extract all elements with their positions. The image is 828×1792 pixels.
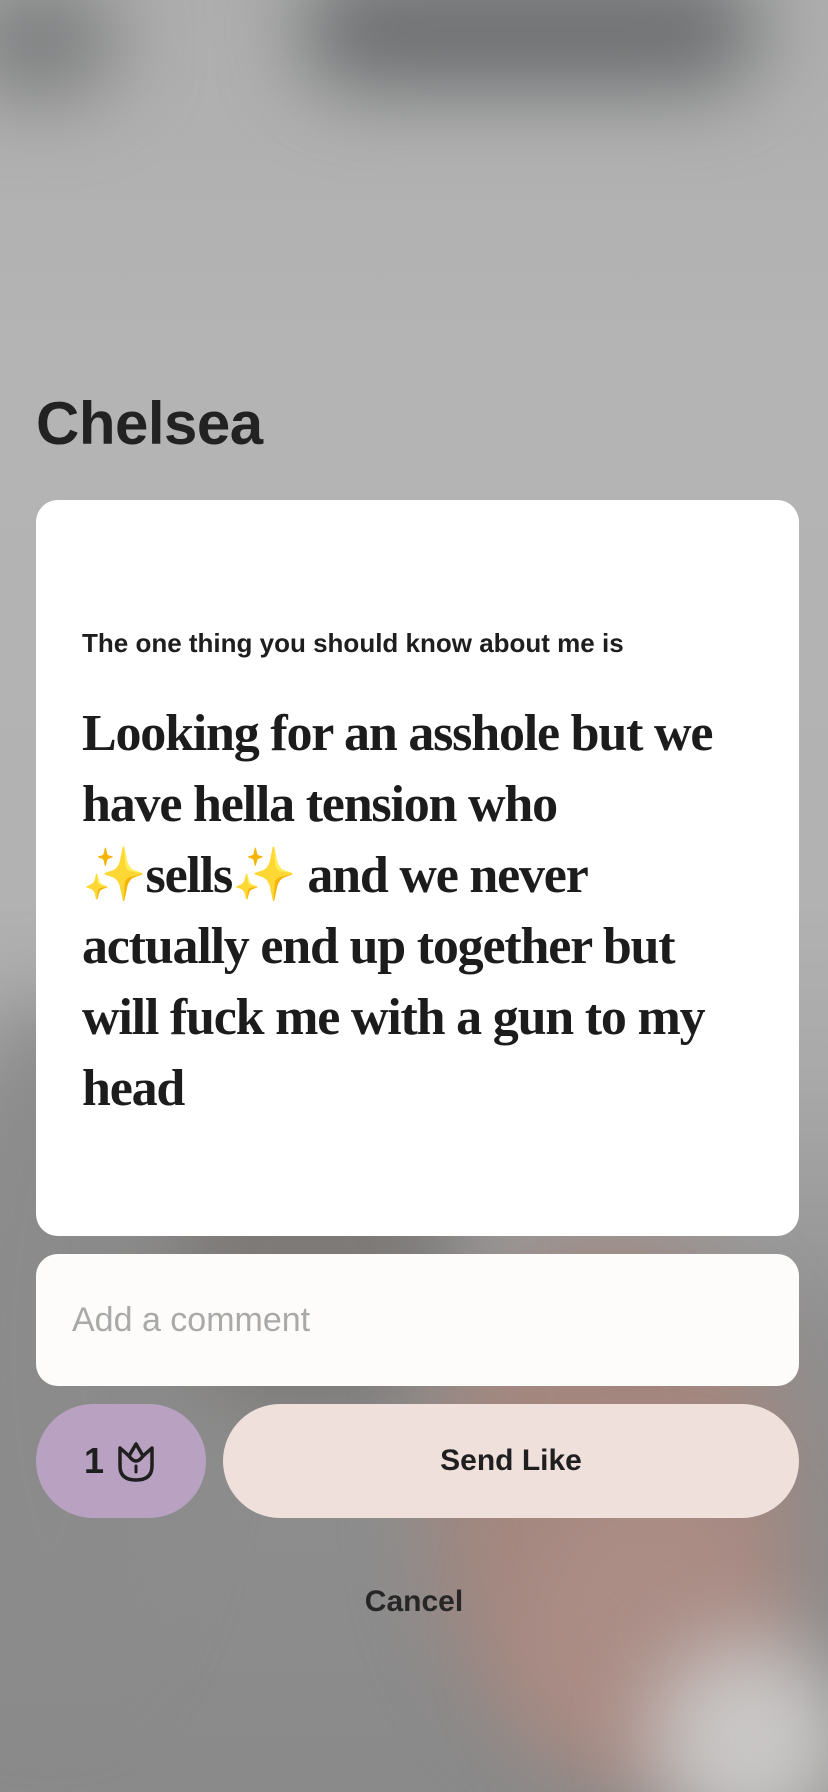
prompt-answer: Looking for an asshole but we have hella… [82,705,713,1117]
like-modal: Chelsea The one thing you should know ab… [0,0,828,1792]
prompt-card: The one thing you should know about me i… [36,500,799,1236]
prompt-question: The one thing you should know about me i… [82,628,624,658]
cancel-button[interactable]: Cancel [314,1578,514,1626]
send-like-button[interactable]: Send Like [223,1404,799,1518]
profile-name: Chelsea [36,390,263,457]
comment-box[interactable] [36,1254,799,1386]
rose-count: 1 [83,1440,105,1481]
comment-input[interactable] [72,1300,763,1340]
rose-icon [118,1442,154,1482]
rose-button[interactable]: 1 [36,1404,206,1518]
